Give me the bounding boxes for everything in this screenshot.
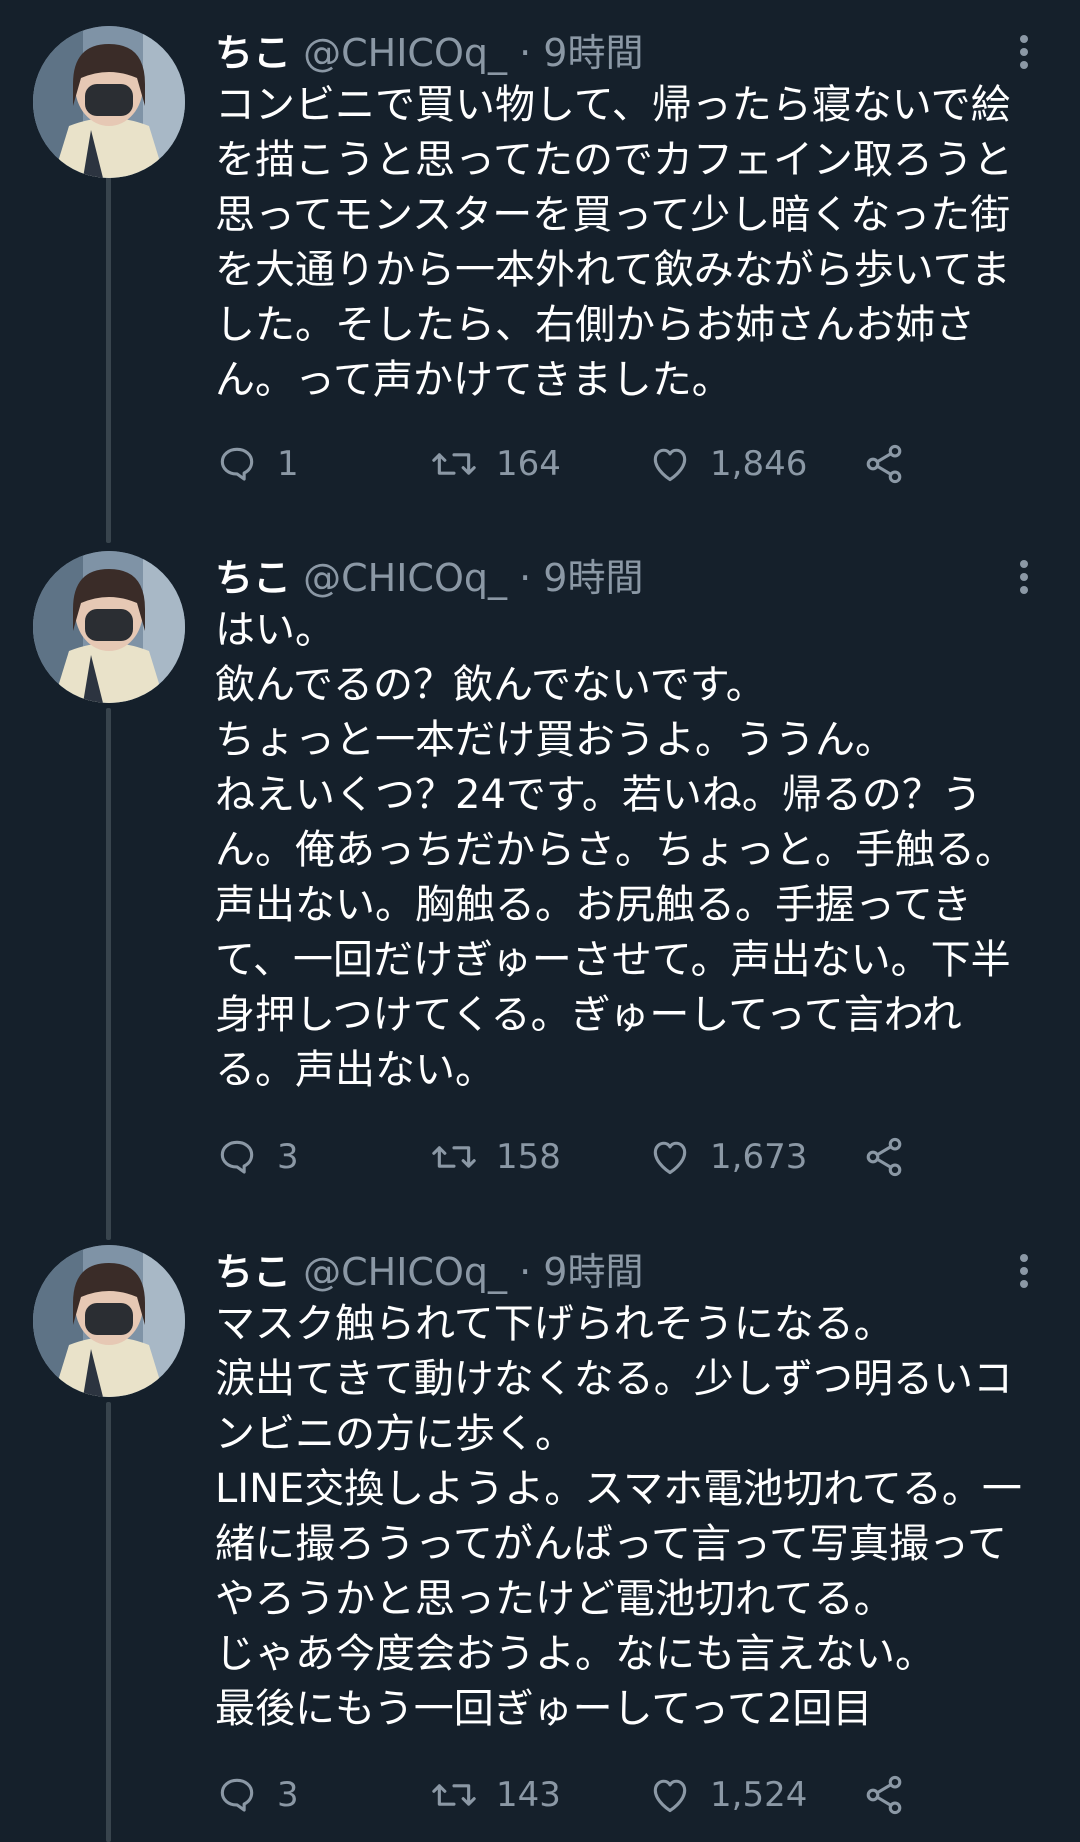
- tweet-text: コンビニで買い物して、帰ったら寝ないで絵 を描こうと思ってたのでカフェイン取ろう…: [215, 82, 1013, 403]
- retweet-icon: [432, 1784, 476, 1806]
- like-button[interactable]: 1,673: [648, 1129, 807, 1185]
- timestamp[interactable]: 9時間: [543, 31, 643, 75]
- heart-icon: [653, 448, 687, 482]
- separator: ·: [519, 1250, 532, 1294]
- display-name[interactable]: ちこ: [215, 1250, 291, 1294]
- reply-button[interactable]: 3: [215, 1767, 299, 1823]
- share-icon: [866, 444, 902, 484]
- display-name[interactable]: ちこ: [215, 31, 291, 75]
- retweet-button[interactable]: 143: [430, 1767, 561, 1823]
- action-bar: 1 164 1,846: [215, 436, 935, 492]
- reply-count: 3: [277, 1775, 299, 1815]
- tweet[interactable]: ちこ @CHICOq_ · 9時間 はい。 飲んでるの？飲んでないです。 ちょっ…: [0, 551, 1080, 1191]
- more-vertical-icon[interactable]: [1012, 557, 1036, 597]
- reply-button[interactable]: 3: [215, 1129, 299, 1185]
- retweet-button[interactable]: 164: [430, 436, 561, 492]
- reply-icon: [220, 447, 254, 481]
- like-count: 1,524: [710, 1775, 808, 1815]
- separator: ·: [519, 556, 532, 600]
- reply-icon: [220, 1140, 254, 1174]
- tweet-header: ちこ @CHICOq_ · 9時間: [215, 553, 643, 603]
- like-count: 1,846: [710, 444, 808, 484]
- retweet-icon: [432, 453, 476, 475]
- timestamp[interactable]: 9時間: [543, 556, 643, 600]
- tweet-header: ちこ @CHICOq_ · 9時間: [215, 1247, 643, 1297]
- more-vertical-icon[interactable]: [1012, 1251, 1036, 1291]
- retweet-count: 164: [496, 444, 561, 484]
- tweet[interactable]: ちこ @CHICOq_ · 9時間 マスク触られて下げられそうになる。 涙出てき…: [0, 1245, 1080, 1842]
- retweet-count: 143: [496, 1775, 561, 1815]
- reply-icon: [220, 1778, 254, 1812]
- display-name[interactable]: ちこ: [215, 556, 291, 600]
- share-button[interactable]: [862, 1129, 906, 1185]
- avatar[interactable]: [33, 1245, 185, 1397]
- user-handle[interactable]: @CHICOq_: [303, 556, 507, 600]
- tweet-header: ちこ @CHICOq_ · 9時間: [215, 28, 643, 78]
- share-button[interactable]: [862, 436, 906, 492]
- like-button[interactable]: 1,846: [648, 436, 807, 492]
- retweet-icon: [432, 1146, 476, 1168]
- like-button[interactable]: 1,524: [648, 1767, 807, 1823]
- tweet-text: マスク触られて下げられそうになる。 涙出てきて動けなくなる。少しずつ明るいコ ン…: [215, 1301, 1022, 1732]
- user-handle[interactable]: @CHICOq_: [303, 31, 507, 75]
- retweet-button[interactable]: 158: [430, 1129, 561, 1185]
- share-icon: [866, 1137, 902, 1177]
- avatar[interactable]: [33, 26, 185, 178]
- like-count: 1,673: [710, 1137, 808, 1177]
- action-bar: 3 158 1,673: [215, 1129, 935, 1185]
- action-bar: 3 143 1,524: [215, 1767, 935, 1823]
- more-vertical-icon[interactable]: [1012, 32, 1036, 72]
- share-button[interactable]: [862, 1767, 906, 1823]
- separator: ·: [519, 31, 532, 75]
- heart-icon: [653, 1779, 687, 1813]
- reply-count: 3: [277, 1137, 299, 1177]
- tweet-text: はい。 飲んでるの？飲んでないです。 ちょっと一本だけ買おうよ。ううん。 ねえい…: [215, 607, 1015, 1093]
- reply-count: 1: [277, 444, 299, 484]
- avatar[interactable]: [33, 551, 185, 703]
- timestamp[interactable]: 9時間: [543, 1250, 643, 1294]
- tweet[interactable]: ちこ @CHICOq_ · 9時間 コンビニで買い物して、帰ったら寝ないで絵 を…: [0, 26, 1080, 516]
- share-icon: [866, 1775, 902, 1815]
- heart-icon: [653, 1141, 687, 1175]
- reply-button[interactable]: 1: [215, 436, 299, 492]
- user-handle[interactable]: @CHICOq_: [303, 1250, 507, 1294]
- retweet-count: 158: [496, 1137, 561, 1177]
